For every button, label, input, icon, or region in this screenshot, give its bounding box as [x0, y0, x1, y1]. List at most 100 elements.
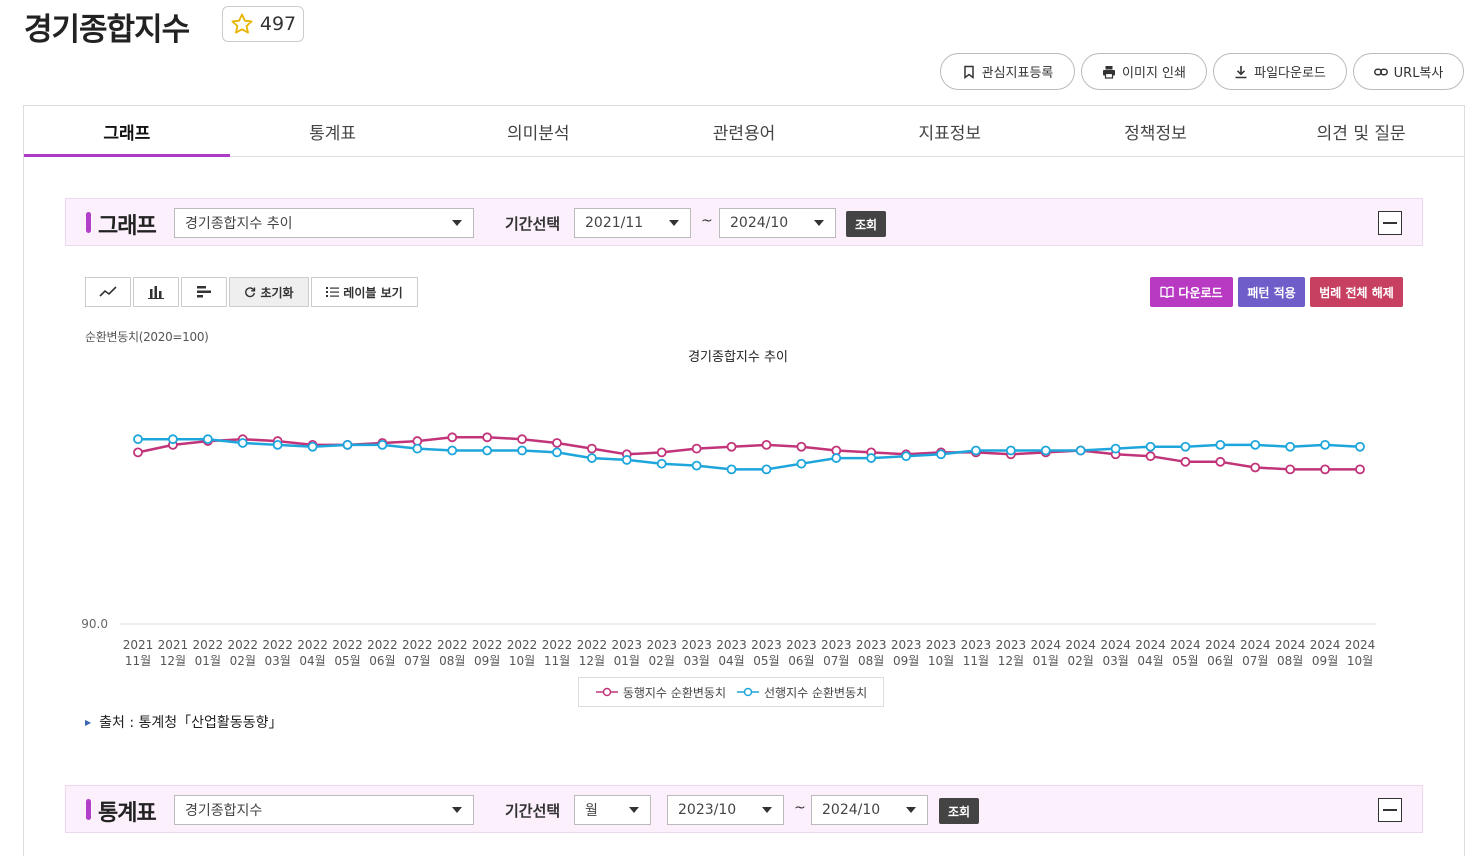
data-point-0	[1355, 464, 1365, 475]
x-tick-year: 2023	[681, 638, 712, 652]
x-tick-year: 2021	[123, 638, 154, 652]
data-point-1	[1005, 445, 1016, 456]
data-point-1	[1110, 443, 1121, 454]
x-tick-month: 10월	[1347, 654, 1373, 668]
data-point-0	[796, 441, 807, 452]
data-point-0	[1285, 464, 1296, 475]
data-point-1	[202, 434, 213, 445]
table-range-tilde: ~	[794, 800, 806, 816]
chevron-down-icon	[906, 807, 916, 813]
data-point-1	[1215, 439, 1226, 450]
x-tick-year: 2023	[786, 638, 817, 652]
data-point-0	[586, 443, 597, 454]
x-tick-month: 10월	[928, 654, 954, 668]
x-tick-year: 2023	[612, 638, 643, 652]
x-tick-month: 04월	[718, 654, 744, 668]
x-tick-month: 12월	[579, 654, 605, 668]
data-point-1	[447, 445, 458, 456]
x-tick-year: 2022	[297, 638, 328, 652]
data-point-1	[656, 458, 667, 469]
table-to-select[interactable]: 2024/10	[811, 795, 928, 825]
x-tick-month: 04월	[1137, 654, 1163, 668]
data-point-0	[552, 438, 562, 448]
data-point-1	[133, 434, 143, 445]
table-period-label: 기간선택	[505, 802, 561, 820]
data-point-1	[377, 439, 388, 450]
x-tick-month: 12월	[160, 654, 186, 668]
data-point-0	[1145, 451, 1156, 462]
data-point-0	[1320, 464, 1330, 475]
x-tick-year: 2023	[961, 638, 992, 652]
data-point-0	[1250, 462, 1261, 473]
data-point-1	[237, 438, 248, 448]
data-point-1	[1285, 441, 1296, 452]
legend-marker-leading	[737, 687, 759, 697]
x-tick-year: 2022	[472, 638, 503, 652]
legend-label-coincident: 동행지수 순환변동치	[622, 685, 726, 700]
x-tick-month: 05월	[753, 654, 779, 668]
chevron-down-icon	[629, 807, 639, 813]
table-from-select[interactable]: 2023/10	[667, 795, 784, 825]
x-tick-year: 2024	[1065, 638, 1096, 652]
x-tick-year: 2023	[751, 638, 782, 652]
x-tick-year: 2023	[646, 638, 677, 652]
data-point-1	[866, 453, 877, 463]
x-tick-year: 2022	[437, 638, 468, 652]
data-point-1	[901, 451, 912, 462]
source-text: 출처 : 통계청「산업활동동향」	[99, 715, 283, 731]
table-dataset-value: 경기종합지수	[185, 803, 263, 819]
x-tick-month: 07월	[1242, 654, 1268, 668]
data-point-1	[761, 464, 772, 475]
x-tick-year: 2022	[227, 638, 258, 652]
data-point-1	[552, 447, 562, 458]
table-collapse-icon[interactable]	[1378, 798, 1402, 822]
table-query-button[interactable]: 조회	[939, 798, 980, 824]
table-unit-select[interactable]: 월	[574, 795, 651, 825]
table-panel-bar: 통계표 경기종합지수 기간선택 월 2023/10 ~ 2024/10 조회	[65, 785, 1423, 833]
x-tick-month: 08월	[1277, 654, 1303, 668]
data-point-1	[691, 460, 702, 471]
x-tick-year: 2024	[1030, 638, 1061, 652]
x-tick-month: 08월	[858, 654, 884, 668]
data-point-0	[133, 447, 143, 458]
data-point-1	[1040, 445, 1051, 456]
data-point-0	[656, 447, 667, 458]
chevron-down-icon	[452, 807, 462, 813]
x-tick-year: 2022	[402, 638, 433, 652]
data-point-1	[586, 453, 597, 463]
x-tick-year: 2023	[821, 638, 852, 652]
x-tick-year: 2022	[332, 638, 363, 652]
source-note: ▶ 출처 : 통계청「산업활동동향」	[85, 712, 282, 732]
data-point-1	[1355, 441, 1365, 452]
data-point-0	[1180, 456, 1191, 467]
data-point-1	[971, 445, 981, 456]
x-tick-month: 04월	[299, 654, 325, 668]
x-tick-year: 2021	[158, 638, 189, 652]
legend-item-coincident[interactable]: 동행지수 순환변동치	[595, 684, 726, 701]
x-tick-year: 2024	[1170, 638, 1201, 652]
legend-item-leading[interactable]: 선행지수 순환변동치	[736, 684, 867, 701]
data-point-1	[1145, 441, 1156, 452]
x-tick-year: 2023	[856, 638, 887, 652]
chart-legend: 동행지수 순환변동치 선행지수 순환변동치	[578, 677, 884, 707]
data-point-1	[342, 439, 353, 450]
data-point-0	[761, 439, 772, 450]
x-tick-year: 2022	[193, 638, 224, 652]
data-point-0	[517, 434, 527, 445]
x-tick-year: 2024	[1240, 638, 1271, 652]
table-dataset-select[interactable]: 경기종합지수	[174, 795, 474, 825]
x-tick-month: 01월	[1033, 654, 1059, 668]
series-line-0	[137, 436, 1360, 471]
x-tick-year: 2023	[716, 638, 747, 652]
data-point-0	[482, 432, 493, 443]
bullet-icon: ▶	[85, 717, 92, 727]
y-tick-label: 90.0	[81, 617, 108, 631]
x-tick-month: 06월	[1207, 654, 1233, 668]
x-tick-month: 12월	[998, 654, 1024, 668]
x-tick-year: 2022	[507, 638, 538, 652]
x-tick-month: 03월	[265, 654, 291, 668]
x-tick-month: 11월	[125, 654, 151, 668]
data-point-1	[517, 445, 527, 456]
x-tick-month: 09월	[474, 654, 500, 668]
data-point-1	[1180, 441, 1191, 452]
